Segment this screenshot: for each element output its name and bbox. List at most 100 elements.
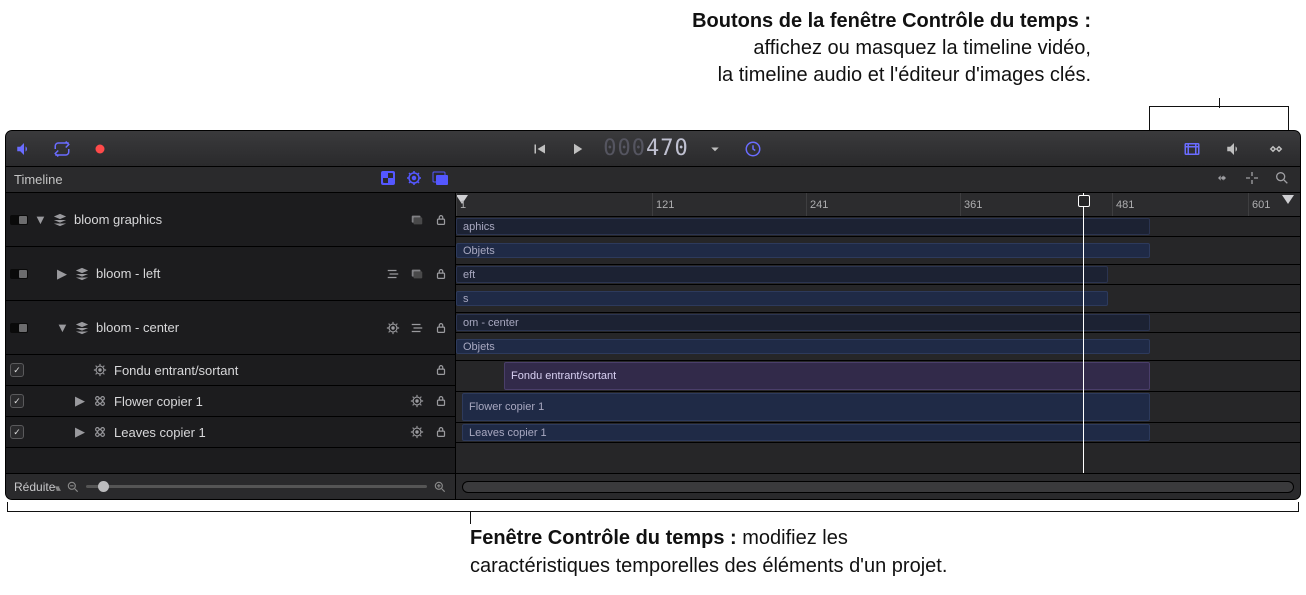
stack-icon[interactable] [409,212,425,228]
gear-icon[interactable] [409,424,425,440]
clip-bar[interactable]: Flower copier 1 [462,393,1150,421]
track-row: Objets [456,237,1300,265]
timeline-horizontal-scrollbar[interactable] [462,481,1294,493]
clock-icon[interactable] [741,137,765,161]
show-video-timeline-button[interactable] [1180,137,1204,161]
timing-pane-window: 000470 Timeline [6,131,1300,499]
stack-icon[interactable] [409,266,425,282]
lock-icon[interactable] [433,212,449,228]
lines-icon[interactable] [385,266,401,282]
track-row: Leaves copier 1 [456,423,1300,443]
window-filter-icon[interactable] [432,170,448,189]
callout-top-text: Boutons de la fenêtre Contrôle du temps … [692,8,1091,89]
transport-bar: 000470 [6,131,1300,167]
layer-row[interactable]: ✓ ▶ Flower copier 1 [6,386,455,417]
callout-top-bold: Boutons de la fenêtre Contrôle du temps … [692,10,1091,32]
clip-bar[interactable]: Objets [456,243,1150,258]
timeline-canvas[interactable]: 1121241361481601 aphicsObjetseftsom - ce… [456,193,1300,473]
track-row: om - center [456,313,1300,333]
callout-top-line1: affichez ou masquez la timeline vidéo, [753,37,1091,59]
lock-icon[interactable] [433,320,449,336]
clip-bar[interactable]: Objets [456,339,1150,354]
timing-toggle-group [1180,137,1294,161]
enable-checkbox[interactable]: ✓ [10,394,24,408]
layer-name[interactable]: Flower copier 1 [114,394,203,409]
layer-name[interactable]: Leaves copier 1 [114,425,206,440]
layer-name[interactable]: bloom - center [96,320,179,335]
zoom-in-icon[interactable] [433,480,447,494]
go-to-start-button[interactable] [527,137,551,161]
mask-filter-icon[interactable] [380,170,396,189]
clip-bar[interactable]: s [456,291,1108,306]
ruler-tick: 241 [806,193,828,216]
track-row: Objets [456,333,1300,361]
ruler-tick: 121 [652,193,674,216]
enable-toggle[interactable] [10,215,28,225]
disclosure-triangle-icon[interactable]: ▼ [34,212,46,227]
ruler-tick: 481 [1112,193,1134,216]
layer-name[interactable]: bloom graphics [74,212,162,227]
timeline-footer: Réduite [6,473,1300,499]
timeline-main-area: ▼ bloom graphics ▶ bloom - left ▼ bloom - cen… [6,193,1300,473]
layer-row[interactable]: ▼ bloom - center [6,301,455,355]
lines-icon[interactable] [409,320,425,336]
track-row: Flower copier 1 [456,392,1300,423]
callout-bottom-rest1: modifiez les [737,527,848,549]
playhead[interactable] [1083,193,1084,473]
layer-list-pane: ▼ bloom graphics ▶ bloom - left ▼ bloom - cen… [6,193,456,473]
gear-icon[interactable] [409,393,425,409]
layer-zoom-control [66,480,447,494]
zoom-slider[interactable] [86,485,427,488]
snap-icon[interactable] [1244,170,1260,189]
timecode-display[interactable]: 000470 [603,136,689,161]
clip-bar[interactable]: om - center [456,314,1150,331]
lock-icon[interactable] [433,424,449,440]
disclosure-triangle-icon[interactable]: ▼ [56,320,68,335]
clip-bar[interactable]: Fondu entrant/sortant [504,362,1150,390]
layers-icon [74,266,90,282]
row-size-popup[interactable]: Réduite [14,480,58,494]
zoom-out-icon[interactable] [66,480,80,494]
lock-icon[interactable] [433,266,449,282]
clip-bar[interactable]: eft [456,266,1108,283]
lock-icon[interactable] [433,362,449,378]
clip-bar[interactable]: Leaves copier 1 [462,424,1150,441]
layer-row[interactable]: ▶ bloom - left [6,247,455,301]
show-audio-timeline-button[interactable] [1222,137,1246,161]
timeline-title: Timeline [14,172,63,187]
layer-name[interactable]: bloom - left [96,266,160,281]
enable-toggle[interactable] [10,323,28,333]
layer-row[interactable]: ✓ ▶ Leaves copier 1 [6,417,455,448]
ruler-tick: 1 [456,193,466,216]
clip-bar[interactable]: aphics [456,218,1150,235]
enable-checkbox[interactable]: ✓ [10,425,24,439]
layer-row[interactable]: ▼ bloom graphics [6,193,455,247]
track-row: Fondu entrant/sortant [456,361,1300,392]
callout-top-bracket [1149,106,1289,131]
time-ruler[interactable]: 1121241361481601 [456,193,1300,217]
play-button[interactable] [565,137,589,161]
ruler-tick: 601 [1248,193,1270,216]
loop-icon[interactable] [50,137,74,161]
track-area: aphics Objets eft s om - center Objets Fondu e… [456,217,1300,443]
disclosure-triangle-icon[interactable]: ▶ [74,424,86,440]
layers-icon [52,212,68,228]
callout-bottom-bracket [7,502,1299,512]
timecode-dropdown-icon[interactable] [703,137,727,161]
layer-row[interactable]: ✓ Fondu entrant/sortant [6,355,455,386]
record-icon[interactable] [88,137,112,161]
audio-icon[interactable] [12,137,36,161]
gear-icon[interactable] [385,320,401,336]
lock-icon[interactable] [433,393,449,409]
show-keyframe-editor-button[interactable] [1264,137,1288,161]
enable-checkbox[interactable]: ✓ [10,363,24,377]
behavior-filter-icon[interactable] [406,170,422,189]
disclosure-triangle-icon[interactable]: ▶ [56,266,68,282]
out-marker-icon[interactable] [1282,195,1294,204]
layers-icon [74,320,90,336]
enable-toggle[interactable] [10,269,28,279]
layer-name[interactable]: Fondu entrant/sortant [114,363,238,378]
disclosure-triangle-icon[interactable]: ▶ [74,393,86,409]
keyframe-nav-icon[interactable] [1214,170,1230,189]
zoom-fit-icon[interactable] [1274,170,1290,189]
